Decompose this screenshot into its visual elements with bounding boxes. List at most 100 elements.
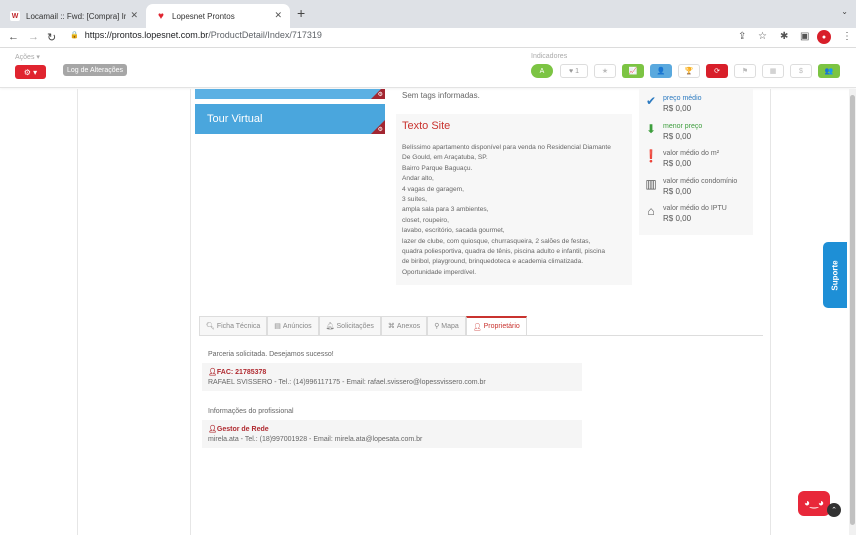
star-icon: ★ bbox=[601, 68, 609, 75]
scroll-top-button[interactable]: ⌃ bbox=[827, 503, 841, 517]
texto-line: Andar alto, bbox=[402, 175, 434, 183]
reload-icon[interactable]: ↻ bbox=[47, 31, 56, 44]
extensions-icon[interactable]: ✱ bbox=[780, 31, 788, 42]
scrollbar-thumb[interactable] bbox=[850, 95, 855, 525]
heart-favicon-icon: ♥ bbox=[158, 10, 164, 22]
actions-gear-button[interactable]: ⚙ ▾ bbox=[15, 65, 46, 79]
stat-value: R$ 0,00 bbox=[663, 132, 692, 141]
status-text: Parceria solicitada. Desejamos sucesso! bbox=[208, 351, 334, 358]
content-right-divider bbox=[770, 89, 771, 535]
tab-label: Ficha Técnica bbox=[216, 322, 261, 330]
tour-virtual-button[interactable]: Tour Virtual ⚙ bbox=[195, 104, 385, 134]
exclamation-icon: ❗ bbox=[643, 149, 659, 163]
close-tab-icon[interactable]: ✕ bbox=[130, 10, 138, 21]
texto-line: quadra poliesportiva, quadra de tênis, p… bbox=[402, 248, 606, 256]
texto-line: lavabo, escritório, sacada gourmet, bbox=[402, 227, 505, 235]
support-label: Suporte bbox=[830, 259, 840, 291]
dollar-icon: $ bbox=[799, 67, 803, 75]
address-bar: ← → ↻ 🔒 https://prontos.lopesnet.com.br /… bbox=[0, 28, 856, 48]
lock-icon: 🔒 bbox=[70, 32, 79, 39]
refresh-icon: ⟳ bbox=[714, 68, 720, 75]
stat-condominio: ▥ valor médio condomínio R$ 0,00 bbox=[644, 177, 737, 197]
support-button[interactable]: Suporte bbox=[823, 242, 847, 308]
sidebar-icon[interactable]: ▣ bbox=[800, 31, 809, 42]
log-alteracoes-button[interactable]: Log de Alterações bbox=[63, 64, 128, 76]
close-tab-icon[interactable]: ✕ bbox=[274, 10, 282, 21]
likes-indicator[interactable]: ♥ 1 bbox=[560, 64, 588, 78]
indicator-a-label: A bbox=[539, 67, 545, 75]
paperclip-icon: ⌘ bbox=[387, 323, 395, 330]
menu-icon[interactable]: ⋮ bbox=[842, 31, 852, 42]
stat-label: valor médio do IPTU bbox=[663, 205, 727, 212]
gestor-title: 👤︎Gestor de Rede bbox=[208, 425, 269, 433]
page-scrollbar[interactable] bbox=[849, 89, 856, 535]
gear-icon: ⚙ ▾ bbox=[23, 67, 38, 77]
tour-virtual-label: Tour Virtual bbox=[207, 113, 263, 125]
browser-tab-lopesnet[interactable]: ♥ Lopesnet Prontos ✕ bbox=[146, 4, 290, 28]
stat-value: R$ 0,00 bbox=[663, 104, 692, 113]
star-indicator[interactable]: ★ bbox=[594, 64, 616, 78]
tabs-underline bbox=[199, 335, 763, 336]
tab-search-icon[interactable]: ⌄ bbox=[841, 7, 848, 16]
url-host: https://prontos.lopesnet.com.br bbox=[84, 30, 209, 40]
texto-line: 3 suítes, bbox=[402, 196, 427, 204]
refresh-indicator[interactable]: ⟳ bbox=[706, 64, 728, 78]
tab-anuncios[interactable]: ▤ Anúncios bbox=[267, 316, 319, 335]
url-field[interactable]: 🔒 https://prontos.lopesnet.com.br/Produc… bbox=[70, 30, 322, 40]
texto-line: 4 vagas de garagem, bbox=[402, 185, 464, 193]
indicadores-label: Indicadores bbox=[531, 53, 568, 60]
trophy-indicator[interactable]: 🏆 bbox=[678, 64, 700, 78]
gear-icon: ⚙ bbox=[377, 127, 383, 133]
group-indicator[interactable]: 👥 bbox=[818, 64, 840, 78]
browser-tab-locamail[interactable]: W Locamail :: Fwd: [Compra] Inte ✕ bbox=[0, 4, 146, 28]
tab-proprietario[interactable]: 👤︎ Proprietário bbox=[465, 316, 527, 335]
tab-label: Anexos bbox=[396, 322, 421, 330]
forward-icon[interactable]: → bbox=[28, 31, 39, 43]
stat-menor-preco: ⬇ menor preço R$ 0,00 bbox=[644, 122, 702, 142]
fac-box: 👤︎FAC: 21785378 RAFAEL SVISSERO - Tel.: … bbox=[202, 363, 582, 391]
chart-indicator[interactable]: 📈 bbox=[622, 64, 644, 78]
texto-line: Belíssimo apartamento disponível para ve… bbox=[402, 144, 611, 151]
tab-label: Solicitações bbox=[336, 322, 374, 330]
tags-text: Sem tags informadas. bbox=[402, 91, 480, 100]
new-tab-icon[interactable]: + bbox=[297, 5, 305, 21]
browser-tab-bar: W Locamail :: Fwd: [Compra] Inte ✕ ♥ Lop… bbox=[0, 0, 856, 28]
chatbot-face-icon: ◕‿◕ bbox=[803, 498, 825, 509]
flag-indicator[interactable]: ⚑ bbox=[734, 64, 756, 78]
dollar-indicator[interactable]: $ bbox=[790, 64, 812, 78]
tab-label: Anúncios bbox=[282, 322, 312, 330]
likes-count: 1 bbox=[575, 67, 579, 75]
calendar-indicator[interactable]: ▦ bbox=[762, 64, 784, 78]
user-icon: 👤 bbox=[656, 68, 666, 75]
star-icon[interactable]: ☆ bbox=[758, 31, 767, 42]
chatbot-button[interactable]: ◕‿◕ bbox=[798, 491, 830, 516]
panel-button-partial[interactable]: ⚙ bbox=[195, 89, 385, 99]
stat-iptu: ⌂ valor médio do IPTU R$ 0,00 bbox=[644, 204, 727, 224]
arrow-down-icon: ⬇ bbox=[645, 122, 657, 136]
log-label: Log de Alterações bbox=[67, 66, 124, 74]
home-icon: ⌂ bbox=[647, 204, 655, 218]
tab-solicitacoes[interactable]: 🔔︎ Solicitações bbox=[318, 316, 381, 335]
texto-line: De Gould, em Araçatuba, SP. bbox=[402, 154, 488, 162]
line-chart-icon: 📈 bbox=[628, 68, 638, 75]
texto-line: lazer de clube, com quiosque, churrasque… bbox=[402, 237, 591, 245]
fac-contact: RAFAEL SVISSERO - Tel.: (14)996117175 - … bbox=[208, 379, 486, 386]
heart-icon: ♥ bbox=[568, 67, 574, 75]
gestor-box: 👤︎Gestor de Rede mirela.ata - Tel.: (18)… bbox=[202, 420, 582, 448]
texto-line: Bairro Parque Baguaçu. bbox=[402, 164, 473, 172]
user-icon: 👤︎ bbox=[208, 426, 217, 433]
content-left-divider bbox=[190, 89, 191, 535]
tab-anexos[interactable]: ⌘ Anexos bbox=[380, 316, 428, 335]
stat-valor-m2: ❗ valor médio do m² R$ 0,00 bbox=[643, 149, 720, 169]
profile-avatar[interactable]: ● bbox=[817, 30, 831, 44]
list-icon: ▤ bbox=[274, 323, 281, 330]
share-icon[interactable]: ⇪ bbox=[738, 31, 746, 42]
texto-line: ampla sala para 3 ambientes, bbox=[402, 206, 489, 214]
tab-ficha-tecnica[interactable]: 🔍︎ Ficha Técnica bbox=[199, 316, 268, 335]
back-icon[interactable]: ← bbox=[8, 31, 19, 43]
indicator-a-badge[interactable]: A bbox=[531, 64, 553, 78]
tab-mapa[interactable]: ⚲ Mapa bbox=[427, 316, 466, 335]
user-indicator[interactable]: 👤 bbox=[650, 64, 672, 78]
browser-tab-label: Lopesnet Prontos bbox=[172, 11, 235, 21]
chevron-up-icon: ⌃ bbox=[831, 507, 837, 514]
